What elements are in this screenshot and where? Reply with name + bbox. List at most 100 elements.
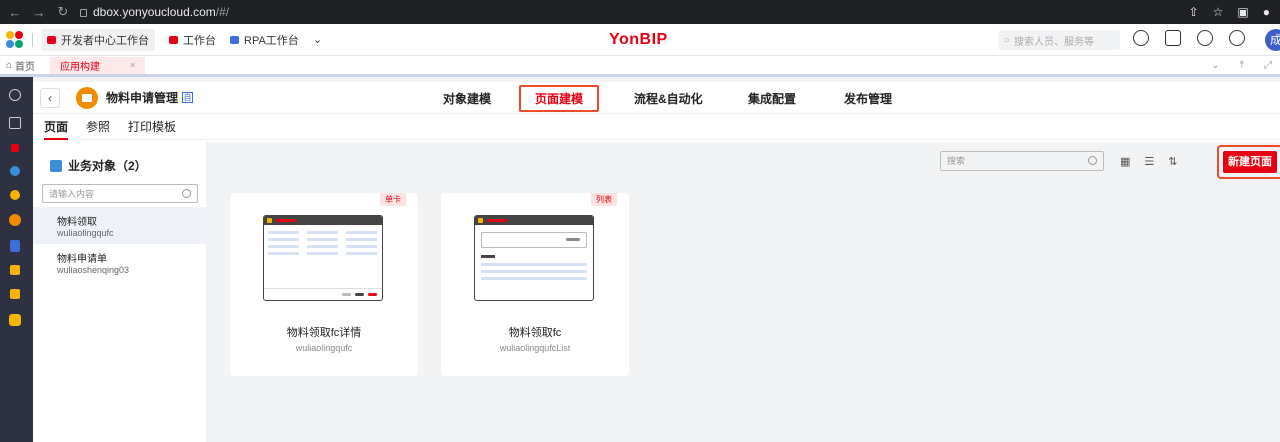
url-host: dbox.yonyoucloud.com <box>93 5 216 19</box>
tab-home-label: 首页 <box>15 61 36 73</box>
object-code: wuliaoshenqing03 <box>57 265 130 275</box>
profile-icon[interactable]: ● <box>1263 5 1270 19</box>
headset-icon[interactable] <box>1197 30 1213 46</box>
tab-label: 应用构建 <box>60 61 100 73</box>
list-view-icon[interactable]: ☰ <box>1144 155 1154 168</box>
compass-icon[interactable] <box>1229 30 1245 46</box>
browser-actions: ⇧ ☆ ▣ ● <box>1189 5 1280 19</box>
card-preview-image <box>263 215 383 301</box>
share-icon[interactable]: ⇧ <box>1189 5 1199 19</box>
forward-arrow-icon[interactable]: → <box>32 5 46 20</box>
header-link-workbench[interactable]: 工作台 <box>169 32 216 48</box>
object-code: wuliaolingqufc <box>57 228 114 238</box>
sub-tabs: 页面 参照 打印模板 <box>33 114 1280 140</box>
header-link-label: 工作台 <box>183 34 216 47</box>
page-card[interactable]: 列表 物料领取fc wuliaolingqufcList <box>441 193 629 376</box>
search-icon <box>182 189 191 198</box>
brand-logo: YonBIP <box>609 31 668 48</box>
new-page-highlight: 新建页面 <box>1217 145 1280 179</box>
workbench-icon <box>47 35 56 44</box>
header-link-label: RPA工作台 <box>244 34 299 47</box>
list-item[interactable]: 物料领取 wuliaolingqufc <box>33 207 206 244</box>
tab-page-modeling[interactable]: 页面建模 <box>519 85 600 112</box>
upload-icon[interactable]: ⤒ <box>1240 60 1244 71</box>
search-icon[interactable] <box>9 89 21 101</box>
apps-icon[interactable] <box>10 190 20 200</box>
object-name: 物料申请单 <box>57 254 107 265</box>
page-card[interactable]: 单卡 物料领取fc详情 wuliaolingqufc <box>230 193 418 376</box>
tab-process-automation[interactable]: 流程&自动化 <box>634 90 703 107</box>
business-object-panel: 业务对象（2） 请输入内容 物料领取 wuliaolingqufc 物料申请单 … <box>33 142 207 442</box>
header-divider <box>32 32 33 47</box>
subtab-print-template[interactable]: 打印模板 <box>128 114 176 140</box>
page-list-area: 搜索 ▦ ☰ ⇅ 新建页面 单卡 物料领取fc详情 wuliaolingqufc… <box>207 142 1280 442</box>
grid-view-icon[interactable]: ▦ <box>1120 155 1130 168</box>
users-icon[interactable] <box>10 265 20 275</box>
main-panel: ‹ 物料申请管理 自 对象建模 页面建模 流程&自动化 集成配置 发布管理 页面… <box>33 82 1280 442</box>
object-search-input[interactable]: 请输入内容 <box>42 184 198 203</box>
app-header: 开发者中心工作台 工作台 RPA工作台 ⌄ YonBIP ○ 搜索人员、服务等 … <box>0 24 1280 56</box>
page-code: wuliaolingqufcList <box>499 343 571 353</box>
user-icon[interactable] <box>10 289 20 299</box>
header-link-rpa[interactable]: RPA工作台 <box>230 32 299 48</box>
avatar[interactable]: 成 <box>1265 29 1280 51</box>
lock-icon <box>80 9 87 17</box>
page-code: wuliaolingqufc <box>295 343 353 353</box>
grid-icon[interactable] <box>11 144 19 152</box>
subtab-page[interactable]: 页面 <box>44 114 69 140</box>
view-icons: ▦ ☰ ⇅ <box>1120 155 1178 168</box>
page-type-badge: 列表 <box>591 193 617 206</box>
rpa-icon <box>230 35 239 44</box>
browser-nav: ← → ↻ <box>0 4 70 20</box>
tab-strip-actions: ⌄ ⤒ ⤢ <box>1211 60 1280 71</box>
content-toolbar: 搜索 ▦ ☰ ⇅ <box>940 151 1178 171</box>
url-path: /#/ <box>215 5 230 19</box>
tab-release-management[interactable]: 发布管理 <box>844 90 892 107</box>
header-link-label: 开发者中心工作台 <box>61 34 149 47</box>
expand-icon[interactable]: ⤢ <box>1264 60 1272 71</box>
search-icon: ○ <box>1004 34 1011 46</box>
header-link-dev-workbench[interactable]: 开发者中心工作台 <box>41 28 155 51</box>
document-icon[interactable] <box>9 117 21 129</box>
home-icon: ⌂ <box>6 59 13 71</box>
new-page-button[interactable]: 新建页面 <box>1223 151 1277 173</box>
global-search-input[interactable]: ○ 搜索人员、服务等 <box>998 30 1120 50</box>
object-name: 物料领取 <box>57 217 97 228</box>
tab-app-build[interactable]: 应用构建 × <box>50 56 146 74</box>
bookmark-star-icon[interactable]: ☆ <box>1213 5 1224 19</box>
box-icon[interactable] <box>9 314 21 326</box>
tab-integration-config[interactable]: 集成配置 <box>748 90 796 107</box>
page-type-badge: 单卡 <box>380 193 406 206</box>
dashboard-icon[interactable] <box>9 214 21 226</box>
chevron-down-icon[interactable]: ⌄ <box>313 33 322 46</box>
file-icon[interactable] <box>10 240 20 252</box>
back-arrow-icon[interactable]: ← <box>8 5 22 20</box>
sidebar-toggle-icon[interactable]: ▣ <box>1237 5 1248 19</box>
reload-icon[interactable]: ↻ <box>56 4 70 20</box>
tab-object-modeling[interactable]: 对象建模 <box>443 90 491 107</box>
settings-icon[interactable] <box>10 166 20 176</box>
page-search-placeholder: 搜索 <box>947 156 966 166</box>
workbench-icon <box>169 35 178 44</box>
list-item[interactable]: 物料申请单 wuliaoshenqing03 <box>33 244 206 281</box>
business-object-title: 业务对象（2） <box>33 142 206 174</box>
chevron-down-icon[interactable]: ⌄ <box>1211 60 1219 71</box>
header-icons <box>1133 30 1245 46</box>
browser-toolbar: ← → ↻ dbox.yonyoucloud.com/#/ ⇧ ☆ ▣ ● <box>0 0 1280 24</box>
page-tab-strip: ⌂ 首页 应用构建 × ⌄ ⤒ ⤢ <box>0 56 1280 77</box>
subtab-reference[interactable]: 参照 <box>86 114 110 140</box>
message-icon[interactable] <box>1165 30 1181 46</box>
search-icon <box>1088 156 1097 165</box>
page-name: 物料领取fc详情 <box>286 327 362 339</box>
address-bar[interactable]: dbox.yonyoucloud.com/#/ <box>80 5 229 19</box>
app-launcher-icon[interactable] <box>6 30 24 49</box>
page-search-input[interactable]: 搜索 <box>940 151 1104 171</box>
nav-tabs: 对象建模 页面建模 流程&自动化 集成配置 发布管理 <box>33 82 1280 114</box>
object-search-placeholder: 请输入内容 <box>49 189 95 199</box>
help-icon[interactable] <box>1133 30 1149 46</box>
sort-icon[interactable]: ⇅ <box>1168 155 1177 168</box>
business-object-title-label: 业务对象（2） <box>68 159 147 173</box>
close-icon[interactable]: × <box>130 60 135 70</box>
tab-home[interactable]: ⌂ 首页 <box>0 58 50 73</box>
object-list-icon <box>50 159 62 172</box>
